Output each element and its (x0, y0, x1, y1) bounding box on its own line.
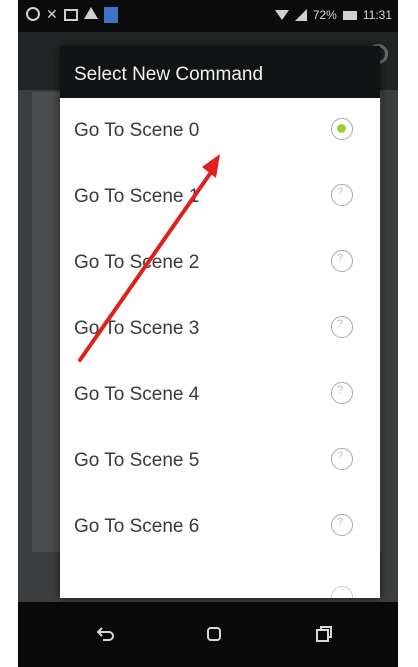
radio-icon-partial[interactable] (331, 586, 353, 598)
option-scene-0[interactable]: Go To Scene 0 (60, 98, 380, 164)
option-scene-6[interactable]: Go To Scene 6 (60, 494, 380, 560)
option-label: Go To Scene 6 (74, 516, 200, 537)
back-icon[interactable] (94, 622, 118, 646)
option-label: Go To Scene 2 (74, 252, 200, 273)
option-label: Go To Scene 5 (74, 450, 200, 471)
recents-icon[interactable] (312, 622, 336, 646)
app-icon (103, 7, 118, 23)
option-label: Go To Scene 3 (74, 318, 200, 339)
dialog-title: Select New Command (60, 46, 380, 98)
navigation-bar (18, 602, 398, 667)
signal-icon (294, 9, 307, 21)
warning-icon (83, 7, 98, 19)
option-label: Go To Scene 1 (74, 186, 200, 207)
radio-icon[interactable] (331, 184, 353, 206)
clock: 11:31 (362, 8, 392, 22)
phone-screen: ✕ 72% 11:31 Select New Command Go To Sce… (18, 0, 398, 667)
radio-icon[interactable] (331, 448, 353, 470)
radio-icon[interactable] (331, 382, 353, 404)
option-label: Go To Scene 0 (74, 120, 200, 141)
option-label: Go To Scene 4 (74, 384, 200, 405)
radio-selected-icon[interactable] (331, 118, 353, 140)
system-icons: 72% 11:31 (274, 8, 392, 22)
option-scene-1[interactable]: Go To Scene 1 (60, 164, 380, 230)
option-scene-4[interactable]: Go To Scene 4 (60, 362, 380, 428)
radio-icon[interactable] (331, 316, 353, 338)
home-icon[interactable] (202, 622, 226, 646)
status-bar: ✕ 72% 11:31 (18, 0, 398, 32)
option-scene-2[interactable]: Go To Scene 2 (60, 230, 380, 296)
radio-icon[interactable] (331, 250, 353, 272)
notification-icons: ✕ (26, 7, 118, 23)
battery-icon (342, 10, 357, 20)
option-scene-5[interactable]: Go To Scene 5 (60, 428, 380, 494)
image-icon (63, 9, 78, 21)
select-command-dialog: Select New Command Go To Scene 0 Go To S… (60, 46, 380, 598)
option-scene-3[interactable]: Go To Scene 3 (60, 296, 380, 362)
whatsapp-icon (26, 7, 40, 21)
battery-percent: 72% (312, 8, 337, 22)
close-icon: ✕ (46, 6, 58, 22)
wifi-icon (274, 10, 289, 20)
radio-icon[interactable] (331, 514, 353, 536)
